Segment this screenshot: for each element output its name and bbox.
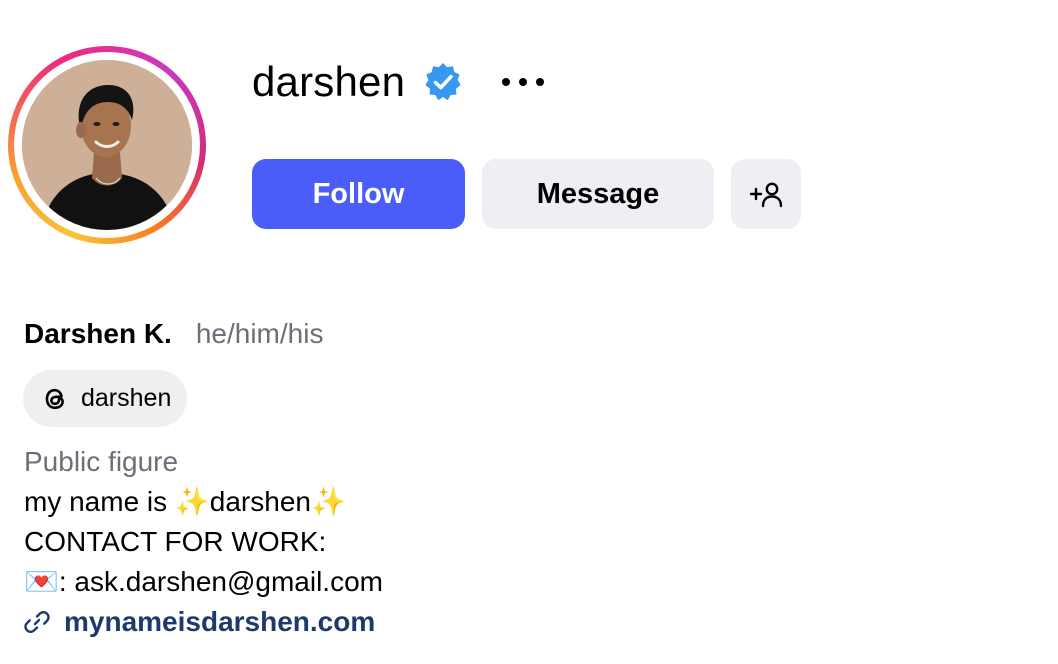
bio: Public figure my name is ✨darshen✨ CONTA… [24,442,383,642]
verified-badge-icon [423,62,463,102]
bio-line: CONTACT FOR WORK: [24,526,327,557]
pronouns: he/him/his [195,318,324,349]
profile-header: darshen Follow Message Darshen K. he/him… [0,0,1058,664]
full-name: Darshen K. [24,318,172,349]
avatar[interactable] [22,60,192,230]
category-label: Public figure [24,446,179,477]
profile-actions: Follow Message [252,159,801,229]
threads-handle: darshen [81,384,172,412]
external-link-row: mynameisdarshen.com [24,602,383,642]
bio-line: 💌: ask.darshen@gmail.com [24,566,383,597]
threads-icon [45,388,64,409]
avatar-image [22,60,192,230]
add-user-icon [749,182,783,208]
name-row: Darshen K. he/him/his [24,318,323,350]
more-options-icon[interactable] [499,72,547,92]
follow-button[interactable]: Follow [252,159,465,229]
username-row: darshen [252,52,547,112]
suggested-users-button[interactable] [731,159,801,229]
external-link[interactable]: mynameisdarshen.com [64,602,375,642]
message-button[interactable]: Message [482,159,714,229]
username: darshen [252,58,406,105]
story-ring[interactable] [8,46,206,244]
link-icon [24,611,50,633]
bio-line: my name is ✨darshen✨ [24,486,346,517]
threads-badge[interactable]: darshen [23,370,188,427]
